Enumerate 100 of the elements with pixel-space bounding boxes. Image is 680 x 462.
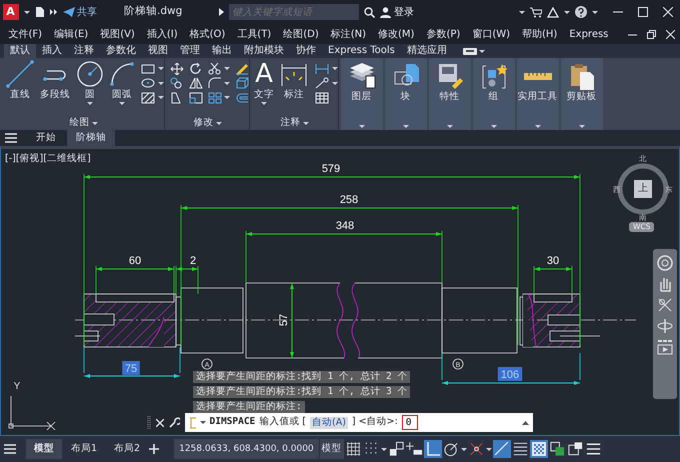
menu-item[interactable]: Express <box>563 26 614 42</box>
cube-icon[interactable] <box>235 77 249 89</box>
infer-icon[interactable] <box>388 440 405 458</box>
ribbon-panel-button[interactable]: 组 <box>472 58 514 130</box>
ribbon-tool[interactable]: 多段线 <box>38 60 72 116</box>
menu-item[interactable]: 帮助(H) <box>516 26 564 42</box>
ribbon-panel-button[interactable]: 实用工具 <box>516 58 558 130</box>
ribbon-panel-button[interactable]: 图层 <box>340 58 382 130</box>
close-icon[interactable] <box>666 30 675 38</box>
orbit-icon[interactable] <box>657 318 673 334</box>
ribbon-tab[interactable]: 注释 <box>68 44 100 58</box>
grid-icon[interactable] <box>344 440 362 458</box>
array-icon[interactable] <box>208 92 222 104</box>
menu-item[interactable]: 工具(T) <box>231 26 278 42</box>
menu-item[interactable]: 窗口(W) <box>466 26 516 42</box>
share-button[interactable]: 共享 <box>62 4 97 20</box>
command-option[interactable]: 自动(A) <box>310 416 348 428</box>
selection-cycling-icon[interactable] <box>548 440 566 458</box>
menu-item[interactable]: 文件(F) <box>2 26 48 42</box>
hatch-icon[interactable] <box>141 92 155 104</box>
ribbon-tool[interactable]: 圆 <box>74 60 106 116</box>
menu-item[interactable]: 视图(V) <box>94 26 141 42</box>
ribbon-panel-button[interactable]: 块 <box>384 58 426 130</box>
rotate-icon[interactable] <box>188 62 202 74</box>
ribbon-tab[interactable]: 输出 <box>206 44 238 58</box>
caret-icon[interactable] <box>200 421 206 424</box>
menu-item[interactable]: 编辑(E) <box>48 26 94 42</box>
annotation-icon[interactable] <box>512 440 529 458</box>
ortho-icon[interactable] <box>424 440 442 458</box>
menu-item[interactable]: 修改(M) <box>372 26 420 42</box>
scale-icon[interactable] <box>188 92 202 104</box>
menu-item[interactable]: 绘图(D) <box>277 26 325 42</box>
ribbon-tab[interactable]: 协作 <box>290 44 322 58</box>
help-icon[interactable] <box>574 6 586 18</box>
showmotion-icon[interactable] <box>657 339 673 355</box>
ribbon-tab[interactable]: 视图 <box>142 44 174 58</box>
ellipse-icon[interactable] <box>141 77 155 89</box>
mirror-icon[interactable] <box>188 77 202 89</box>
ribbon-tab[interactable]: 默认 <box>4 44 36 58</box>
ribbon-tool[interactable]: 圆弧 <box>108 60 136 116</box>
layout-tab[interactable]: 模型 <box>26 439 62 459</box>
polar-icon[interactable] <box>442 440 460 458</box>
menu-item[interactable]: 格式(O) <box>184 26 232 42</box>
copy-icon[interactable] <box>170 77 184 89</box>
menu-icon[interactable] <box>5 133 17 143</box>
app-logo[interactable]: A <box>2 4 18 20</box>
file-tab[interactable]: 阶梯轴 <box>67 130 115 146</box>
grip-icon[interactable] <box>147 416 151 430</box>
table-icon[interactable] <box>315 92 329 104</box>
transparency-icon[interactable] <box>530 440 548 458</box>
viewcube-face[interactable]: 上 <box>634 180 652 198</box>
expand-arrow-icon[interactable] <box>219 8 224 16</box>
ribbon-tab[interactable]: 附加模块 <box>238 44 290 58</box>
history-up-icon[interactable] <box>522 420 529 424</box>
double-chevron-icon[interactable] <box>50 8 58 16</box>
pencil-icon[interactable] <box>235 62 249 74</box>
panel-title[interactable]: 修改 <box>194 116 214 130</box>
steering-wheel-icon[interactable] <box>657 255 673 271</box>
scissors-icon[interactable] <box>208 62 222 74</box>
workspace-icon[interactable] <box>566 440 584 458</box>
ribbon-tab[interactable]: 管理 <box>174 44 206 58</box>
wrench-icon[interactable] <box>169 417 180 428</box>
lineweight-icon[interactable] <box>492 440 511 458</box>
ribbon-tab[interactable]: 插入 <box>36 44 68 58</box>
panel-toggle-icon[interactable] <box>462 48 477 54</box>
rectangle-icon[interactable] <box>141 62 155 74</box>
object-snap-icon[interactable] <box>468 440 485 458</box>
panel-title[interactable]: 注释 <box>280 116 300 130</box>
model-space-button[interactable]: 模型 <box>320 439 344 459</box>
linear-dimension-icon[interactable] <box>315 62 329 74</box>
ribbon-tool[interactable]: 直线 <box>4 60 36 116</box>
menu-icon[interactable] <box>4 444 16 454</box>
ribbon-tab[interactable]: 精选应用 <box>400 44 453 58</box>
fillet-icon[interactable] <box>208 77 222 89</box>
close-icon[interactable] <box>662 7 672 17</box>
ribbon-tab[interactable]: Express Tools <box>322 44 401 58</box>
panel-title[interactable]: 绘图 <box>70 116 90 130</box>
menu-item[interactable]: 插入(I) <box>140 26 184 42</box>
zoom-extents-icon[interactable] <box>657 297 673 313</box>
move-icon[interactable] <box>170 62 184 74</box>
sign-in-button[interactable]: 登录 <box>380 4 414 20</box>
ribbon-tab[interactable]: 参数化 <box>100 44 142 58</box>
restore-icon[interactable] <box>647 30 656 38</box>
offset-icon[interactable] <box>235 92 249 104</box>
stretch-icon[interactable] <box>170 92 184 104</box>
leader-icon[interactable] <box>315 77 329 89</box>
maximize-icon[interactable] <box>638 7 648 17</box>
menu-item[interactable]: 参数(P) <box>420 26 466 42</box>
viewport-label[interactable]: [-][俯视][二维线框] <box>5 152 91 166</box>
menu-item[interactable]: 标注(N) <box>324 26 372 42</box>
layout-tab[interactable]: 布局2 <box>106 439 148 459</box>
search-icon[interactable] <box>364 6 376 18</box>
triangle-nodes-icon[interactable] <box>546 6 558 18</box>
command-input[interactable]: 0 <box>402 415 418 430</box>
cart-icon[interactable] <box>530 6 542 18</box>
close-icon[interactable] <box>156 418 164 426</box>
ribbon-panel-button[interactable]: 剪贴板 <box>560 58 602 130</box>
file-tab[interactable]: 开始 <box>27 130 65 146</box>
ribbon-tool[interactable]: 标注 <box>278 60 310 116</box>
file-icon[interactable] <box>34 6 44 18</box>
